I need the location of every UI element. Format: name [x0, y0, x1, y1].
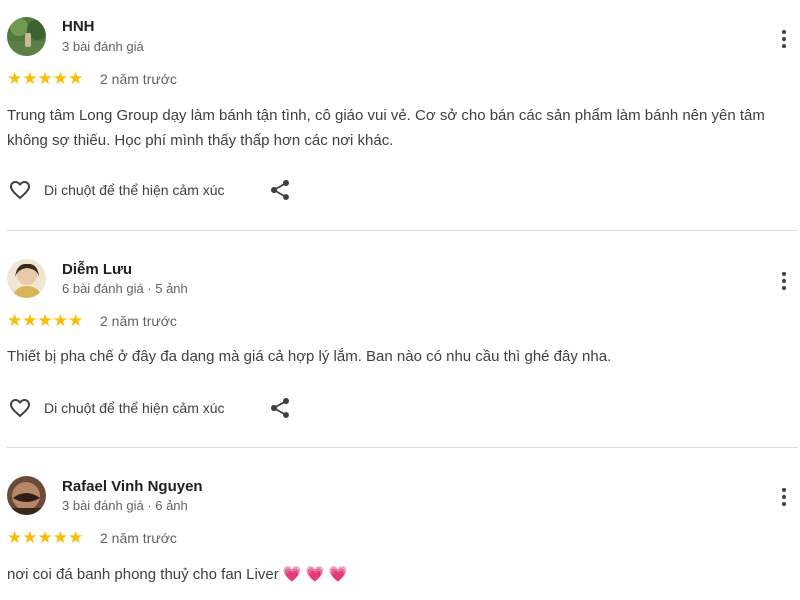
- share-icon: [271, 398, 289, 418]
- reviewer-meta: 3 bài đánh giá: [62, 39, 144, 54]
- like-button[interactable]: [7, 178, 33, 202]
- review-text-body: nơi coi đá banh phong thuỷ cho fan Liver: [7, 566, 279, 583]
- reviewer-name[interactable]: Diễm Lưu: [62, 261, 132, 278]
- more-vert-icon: [782, 488, 786, 492]
- review-text: Thiết bị pha chế ở đây đa dạng mà giá cả…: [7, 348, 612, 365]
- more-options-button[interactable]: [774, 26, 794, 52]
- like-button[interactable]: [7, 396, 33, 420]
- more-vert-icon: [782, 495, 786, 499]
- star-rating: ★★★★★: [7, 528, 84, 547]
- share-icon: [271, 180, 289, 200]
- reviewer-meta: 6 bài đánh giá · 5 ảnh: [62, 281, 188, 296]
- reviewer-meta: 3 bài đánh giá · 6 ảnh: [62, 498, 188, 513]
- divider: [7, 230, 798, 231]
- more-vert-icon: [782, 272, 786, 276]
- reviewer-name[interactable]: Rafael Vinh Nguyen: [62, 478, 203, 495]
- more-vert-icon: [782, 30, 786, 34]
- more-options-button[interactable]: [774, 484, 794, 510]
- more-vert-icon: [782, 286, 786, 290]
- review-text: Trung tâm Long Group dạy làm bánh tận tì…: [7, 107, 765, 149]
- more-options-button[interactable]: [774, 268, 794, 294]
- heart-outline-icon: [10, 399, 30, 418]
- reviewer-name[interactable]: HNH: [62, 18, 95, 35]
- avatar[interactable]: [7, 476, 46, 515]
- more-vert-icon: [782, 44, 786, 48]
- review-time: 2 năm trước: [100, 71, 177, 87]
- review-time: 2 năm trước: [100, 313, 177, 329]
- heart-emoji: 💗 💗 💗: [282, 566, 348, 583]
- more-vert-icon: [782, 279, 786, 283]
- review-text: nơi coi đá banh phong thuỷ cho fan Liver…: [7, 562, 787, 587]
- more-vert-icon: [782, 37, 786, 41]
- more-vert-icon: [782, 502, 786, 506]
- divider: [7, 447, 798, 448]
- avatar[interactable]: [7, 259, 46, 298]
- like-hint: Di chuột để thể hiện cảm xúc: [44, 182, 225, 198]
- review-time: 2 năm trước: [100, 530, 177, 546]
- share-button[interactable]: [268, 396, 292, 420]
- star-rating: ★★★★★: [7, 69, 84, 88]
- star-rating: ★★★★★: [7, 311, 84, 330]
- like-hint: Di chuột để thể hiện cảm xúc: [44, 400, 225, 416]
- share-button[interactable]: [268, 178, 292, 202]
- heart-outline-icon: [10, 181, 30, 200]
- avatar[interactable]: [7, 17, 46, 56]
